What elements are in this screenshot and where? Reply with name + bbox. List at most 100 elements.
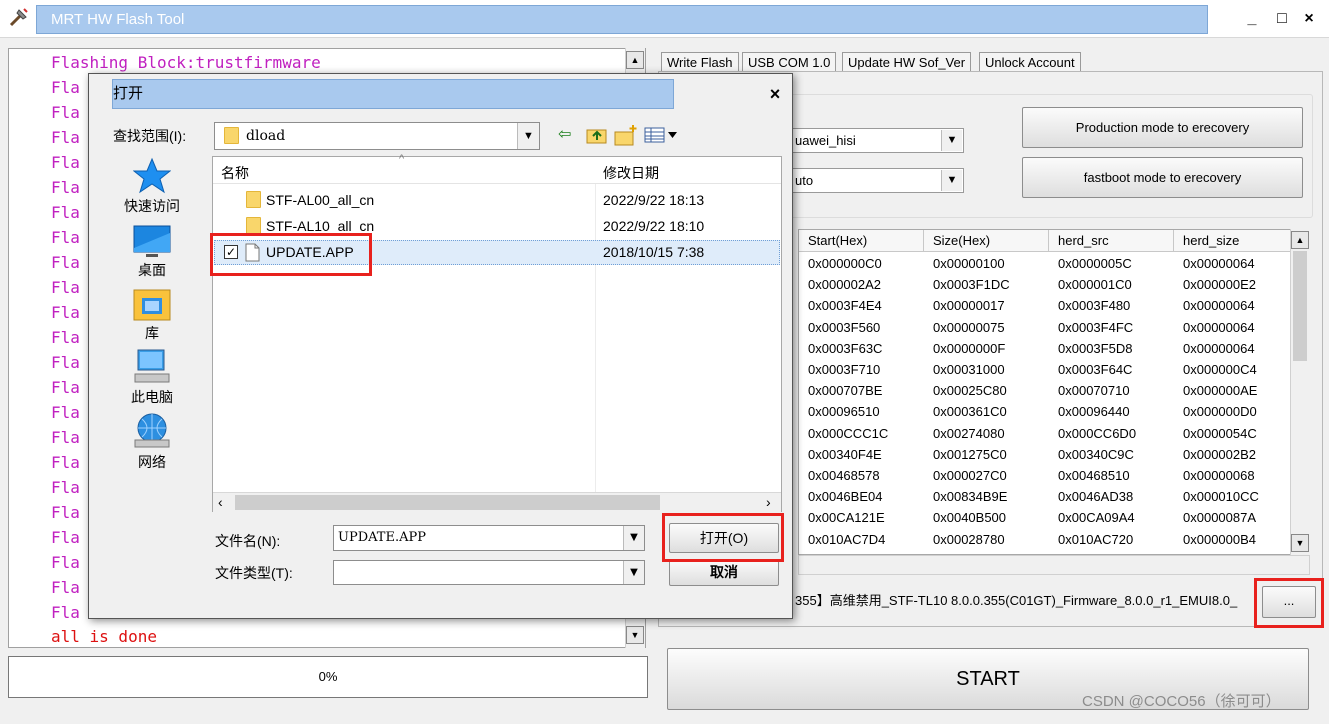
log-line: Fla <box>51 603 80 622</box>
mode-combo-value: uto <box>795 173 814 188</box>
col-date[interactable]: 修改日期 <box>603 163 659 183</box>
log-line: Fla <box>51 278 80 297</box>
mode-combo[interactable]: uto ▼ <box>790 168 964 193</box>
scroll-thumb[interactable] <box>235 495 660 510</box>
filetype-select[interactable]: ▼ <box>333 560 645 585</box>
filename-input[interactable]: UPDATE.APP ▼ <box>333 525 645 551</box>
col-herd-src[interactable]: herd_src <box>1049 230 1174 252</box>
col-size[interactable]: Size(Hex) <box>924 230 1049 252</box>
log-line: Fla <box>51 353 80 372</box>
table-cell: 0x010AC7D4 <box>808 531 886 547</box>
table-cell: 0x000CC6D0 <box>1058 425 1137 441</box>
chevron-down-icon[interactable]: ▼ <box>941 170 962 191</box>
table-cell: 0x00096440 <box>1058 404 1130 420</box>
platform-combo-value: uawei_hisi <box>795 133 856 148</box>
scroll-down-icon[interactable]: ▼ <box>626 626 644 644</box>
back-arrow-icon[interactable]: ⇦ <box>558 124 571 144</box>
tab-update-hw[interactable]: Update HW Sof_Ver <box>842 52 972 73</box>
log-line: Fla <box>51 503 80 522</box>
table-vscrollbar[interactable]: ▲ ▼ <box>1290 229 1310 555</box>
table-cell: 0x000CCC1C <box>808 425 889 441</box>
minimize-button[interactable]: _ <box>1241 9 1263 29</box>
scroll-down-icon[interactable]: ▼ <box>1291 534 1309 552</box>
file-item-name[interactable]: STF-AL00_all_cn <box>266 192 374 208</box>
file-list-header-divider <box>213 183 781 184</box>
log-line: Fla <box>51 578 80 597</box>
table-cell: 0x0003F64C <box>1058 362 1133 377</box>
highlight-box-open <box>662 513 784 562</box>
library-icon[interactable] <box>133 285 171 323</box>
highlight-box-file <box>210 233 372 276</box>
table-cell: 0x0003F480 <box>1058 298 1131 314</box>
table-cell: 0x00031000 <box>933 362 1005 377</box>
tab-unlock-account[interactable]: Unlock Account <box>979 52 1081 73</box>
table-cell: 0x0003F4FC <box>1058 319 1134 335</box>
firmware-path: 355】高维禁用_STF-TL10 8.0.0.355(C01GT)_Firmw… <box>795 588 1255 614</box>
fastboot-mode-button[interactable]: fastboot mode to erecovery <box>1022 157 1303 198</box>
highlight-box-browse <box>1254 578 1324 628</box>
table-cell: 0x0003F710 <box>808 362 881 377</box>
place-desktop[interactable]: 桌面 <box>114 260 190 280</box>
filename-label: 文件名(N): <box>215 533 281 549</box>
table-cell: 0x000707BE <box>808 383 883 399</box>
platform-combo[interactable]: uawei_hisi ▼ <box>790 128 964 153</box>
log-line: Fla <box>51 253 80 272</box>
scroll-up-icon[interactable]: ▲ <box>626 51 644 69</box>
table-cell: 0x000000C4 <box>1183 362 1257 377</box>
dialog-close-button[interactable]: × <box>763 83 787 105</box>
table-cell: 0x001275C0 <box>933 446 1007 462</box>
place-this-pc[interactable]: 此电脑 <box>114 387 190 407</box>
computer-icon[interactable] <box>133 348 171 386</box>
table-cell: 0x00340C9C <box>1058 446 1134 462</box>
table-cell: 0x00028780 <box>933 531 1005 547</box>
chevron-down-icon[interactable]: ▼ <box>623 561 644 584</box>
scroll-thumb[interactable] <box>1293 251 1307 361</box>
file-list <box>212 156 782 512</box>
table-cell: 0x000000E2 <box>1183 277 1257 293</box>
place-quick-access[interactable]: 快速访问 <box>114 196 190 216</box>
table-cell: 0x0003F63C <box>808 340 883 356</box>
log-line: Fla <box>51 178 80 197</box>
scroll-right-icon[interactable]: › <box>766 494 771 510</box>
folder-icon <box>246 191 261 208</box>
table-cell: 0x00340F4E <box>808 446 882 462</box>
chevron-down-icon[interactable]: ▼ <box>517 123 539 149</box>
log-line: Fla <box>51 103 80 122</box>
table-cell: 0x000001C0 <box>1058 277 1132 293</box>
close-button[interactable]: × <box>1298 9 1320 29</box>
filetype-label: 文件类型(T): <box>215 565 293 581</box>
col-start[interactable]: Start(Hex) <box>799 230 924 252</box>
window-title: MRT HW Flash Tool <box>36 5 1208 34</box>
place-library[interactable]: 库 <box>114 323 190 343</box>
production-mode-button[interactable]: Production mode to erecovery <box>1022 107 1303 148</box>
table-cell: 0x0046BE04 <box>808 489 883 505</box>
partition-table: Start(Hex) Size(Hex) herd_src herd_size … <box>798 229 1310 555</box>
tab-usb-com[interactable]: USB COM 1.0 <box>742 52 837 73</box>
table-cell: 0x0003F560 <box>808 319 881 335</box>
star-icon[interactable] <box>133 157 171 195</box>
table-hscrollbar[interactable] <box>798 555 1310 575</box>
view-menu-icon[interactable] <box>644 125 680 145</box>
up-folder-icon[interactable] <box>586 125 608 145</box>
tab-write-flash[interactable]: Write Flash <box>661 52 739 73</box>
new-folder-icon[interactable] <box>614 124 638 146</box>
maximize-button[interactable]: □ <box>1271 9 1293 29</box>
table-cell: 0x00000064 <box>1183 256 1255 271</box>
place-network[interactable]: 网络 <box>114 452 190 472</box>
chevron-down-icon[interactable]: ▼ <box>623 526 644 550</box>
table-cell: 0x0000000F <box>933 340 1006 356</box>
desktop-icon[interactable] <box>133 223 171 261</box>
file-item-date: 2022/9/22 18:10 <box>603 218 705 234</box>
table-cell: 0x00468578 <box>808 468 880 483</box>
table-cell: 0x00025C80 <box>933 383 1007 399</box>
scroll-up-icon[interactable]: ▲ <box>1291 231 1309 249</box>
table-cell: 0x000027C0 <box>933 468 1007 483</box>
file-item-name[interactable]: STF-AL10_all_cn <box>266 218 374 234</box>
chevron-down-icon[interactable]: ▼ <box>941 130 962 151</box>
scroll-left-icon[interactable]: ‹ <box>218 494 223 510</box>
col-name[interactable]: 名称 <box>221 163 249 183</box>
sort-up-icon: ^ <box>399 153 405 165</box>
table-cell: 0x000002A2 <box>808 277 882 293</box>
cancel-button[interactable]: 取消 <box>669 559 779 586</box>
network-icon[interactable] <box>133 412 171 450</box>
